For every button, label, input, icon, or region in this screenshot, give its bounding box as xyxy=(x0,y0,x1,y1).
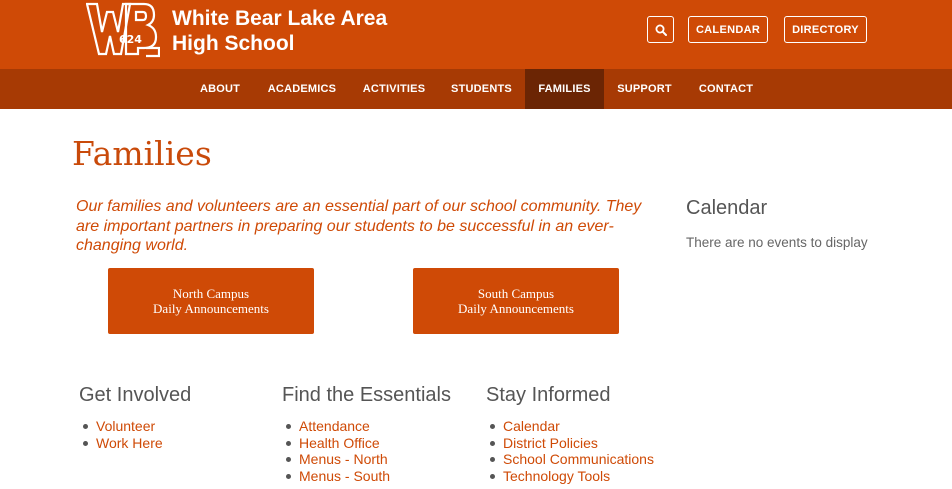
list-item: Work Here xyxy=(79,435,191,452)
list-item: Health Office xyxy=(282,435,451,452)
list-item: Calendar xyxy=(486,418,654,435)
site-header: 624 White Bear Lake Area High School CAL… xyxy=(0,0,952,69)
logo-number: 624 xyxy=(119,33,142,46)
calendar-empty-message: There are no events to display xyxy=(686,235,868,250)
school-name-line2: High School xyxy=(172,32,295,55)
nav-item-activities[interactable]: ACTIVITIES xyxy=(356,69,432,109)
link-menus-south[interactable]: Menus - South xyxy=(299,468,390,484)
button-line1: South Campus xyxy=(477,286,555,301)
link-attendance[interactable]: Attendance xyxy=(299,418,370,434)
nav-item-contact[interactable]: CONTACT xyxy=(693,69,759,109)
section-title: Get Involved xyxy=(79,384,192,406)
school-name[interactable]: White Bear Lake Area High School xyxy=(172,6,387,56)
link-health-office[interactable]: Health Office xyxy=(299,435,380,451)
nav-item-students[interactable]: STUDENTS xyxy=(445,69,518,109)
section-get-involved: Get Involved Volunteer Work Here xyxy=(79,384,191,451)
main-nav: ABOUT ACADEMICS ACTIVITIES STUDENTS FAMI… xyxy=(0,69,952,109)
link-technology-tools[interactable]: Technology Tools xyxy=(503,468,610,484)
section-title: Find the Essentials xyxy=(282,384,451,406)
button-line2: Daily Announcements xyxy=(458,301,574,316)
nav-item-about[interactable]: ABOUT xyxy=(190,69,250,109)
south-campus-announcements-button[interactable]: South Campus Daily Announcements xyxy=(413,268,619,334)
search-button[interactable] xyxy=(647,16,674,43)
calendar-widget-title: Calendar xyxy=(686,197,768,219)
link-school-communications[interactable]: School Communications xyxy=(503,451,654,467)
list-item: School Communications xyxy=(486,451,654,468)
list-item: District Policies xyxy=(486,435,654,452)
button-line1: North Campus xyxy=(172,286,250,301)
list-item: Menus - North xyxy=(282,451,451,468)
link-menus-north[interactable]: Menus - North xyxy=(299,451,388,467)
north-campus-announcements-button[interactable]: North Campus Daily Announcements xyxy=(108,268,314,334)
list-item: Technology Tools xyxy=(486,468,654,485)
school-logo[interactable]: 624 xyxy=(86,2,160,58)
nav-item-academics[interactable]: ACADEMICS xyxy=(262,69,342,109)
search-icon xyxy=(655,24,667,36)
nav-item-support[interactable]: SUPPORT xyxy=(612,69,677,109)
nav-item-families[interactable]: FAMILIES xyxy=(525,69,604,109)
list-item: Attendance xyxy=(282,418,451,435)
section-find-the-essentials: Find the Essentials Attendance Health Of… xyxy=(282,384,451,484)
calendar-button[interactable]: CALENDAR xyxy=(688,16,768,43)
link-calendar[interactable]: Calendar xyxy=(503,418,560,434)
list-item: Menus - South xyxy=(282,468,451,485)
button-line2: Daily Announcements xyxy=(153,301,269,316)
link-volunteer[interactable]: Volunteer xyxy=(96,418,155,434)
link-district-policies[interactable]: District Policies xyxy=(503,435,598,451)
page-title: Families xyxy=(72,134,212,173)
directory-button[interactable]: DIRECTORY xyxy=(784,16,867,43)
intro-text: Our families and volunteers are an essen… xyxy=(76,198,642,254)
school-name-line1: White Bear Lake Area xyxy=(172,7,388,30)
section-title: Stay Informed xyxy=(486,384,611,406)
link-work-here[interactable]: Work Here xyxy=(96,435,163,451)
section-stay-informed: Stay Informed Calendar District Policies… xyxy=(486,384,654,484)
list-item: Volunteer xyxy=(79,418,191,435)
